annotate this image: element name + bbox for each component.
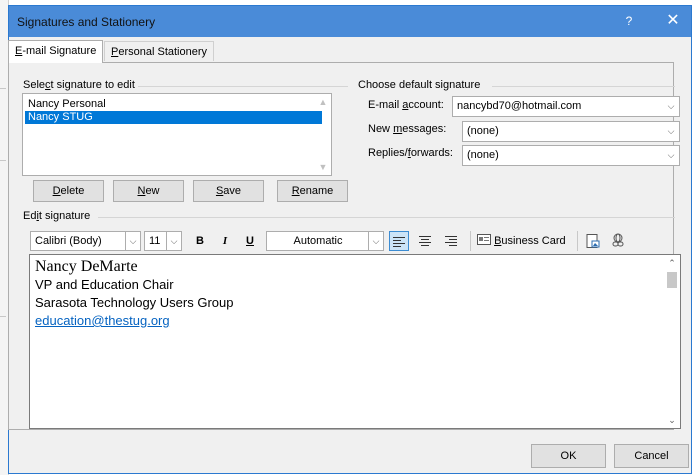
signature-title-line[interactable]: VP and Education Chair [35,277,174,292]
select-signature-label: Select signature to edit [23,79,139,91]
font-color-select[interactable]: Automatic ⌵ [266,231,384,251]
dialog-title: Signatures and Stationery [17,15,156,29]
scroll-down-icon[interactable]: ⌄ [664,412,680,428]
group-divider [98,217,675,218]
signature-name-line[interactable]: Nancy DeMarte [35,258,138,276]
list-item-selected[interactable]: Nancy STUG [25,111,322,124]
hyperlink-icon [612,233,624,247]
chevron-down-icon[interactable]: ⌵ [662,122,679,141]
bold-button[interactable]: B [190,231,210,251]
italic-button[interactable]: I [215,231,235,251]
toolbar-separator [577,231,578,251]
chevron-down-icon[interactable]: ⌵ [662,146,679,165]
scroll-down-icon[interactable]: ▼ [316,160,330,174]
group-divider [138,86,348,87]
background-tick [0,160,6,161]
tab-personal-stationery-label: ersonal Stationery [118,46,208,58]
underline-button[interactable]: U [240,231,260,251]
replies-forwards-label: Replies/forwards: [368,147,453,159]
align-right-icon [445,236,457,246]
title-bar: Signatures and Stationery ? ✕ [9,6,691,37]
font-size-value: 11 [149,235,161,247]
default-signature-label: Choose default signature [358,79,485,91]
new-messages-label: New messages: [368,123,447,135]
background-tick [0,88,6,89]
align-left-icon [393,237,405,247]
chevron-down-icon[interactable]: ⌵ [368,232,383,250]
rename-button[interactable]: Rename [277,180,348,202]
ok-button[interactable]: OK [531,444,606,468]
scroll-up-icon[interactable]: ▲ [316,95,330,109]
email-account-select[interactable]: nancybd70@hotmail.com ⌵ [452,96,680,117]
align-center-button[interactable] [415,231,435,251]
font-name-value: Calibri (Body) [35,235,102,247]
replies-forwards-value: (none) [467,149,499,161]
list-item[interactable]: Nancy Personal [25,98,322,111]
signature-list[interactable]: Nancy Personal Nancy STUG ▲ ▼ [22,93,332,176]
list-scrollbar[interactable]: ▲ ▼ [316,95,330,174]
replies-forwards-select[interactable]: (none) ⌵ [462,145,680,166]
new-messages-select[interactable]: (none) ⌵ [462,121,680,142]
insert-picture-icon [586,234,600,248]
business-card-icon [477,234,491,245]
signature-editor[interactable]: Nancy DeMarte VP and Education Chair Sar… [29,254,681,429]
help-button[interactable]: ? [617,11,641,31]
font-name-select[interactable]: Calibri (Body) ⌵ [30,231,141,251]
signature-organization-line[interactable]: Sarasota Technology Users Group [35,295,233,310]
tab-email-signature-label: -mail Signature [22,45,97,57]
email-account-label: E-mail account: [368,99,444,111]
new-button[interactable]: New [113,180,184,202]
cancel-button[interactable]: Cancel [614,444,689,468]
tab-email-signature[interactable]: E-mail Signature [8,40,104,63]
save-button[interactable]: Save [193,180,264,202]
scrollbar-thumb[interactable] [667,272,677,288]
chevron-down-icon[interactable]: ⌵ [166,232,181,250]
close-button[interactable]: ✕ [661,10,685,32]
align-center-icon [419,236,431,246]
background-tick [0,316,6,317]
insert-hyperlink-button[interactable] [608,231,628,251]
font-size-select[interactable]: 11 ⌵ [144,231,182,251]
align-left-button[interactable] [389,231,409,251]
delete-button[interactable]: Delete [33,180,104,202]
signature-email-link[interactable]: education@thestug.org [35,313,170,328]
new-messages-value: (none) [467,125,499,137]
tab-personal-stationery[interactable]: Personal Stationery [104,41,215,61]
toolbar-separator [470,231,471,251]
font-color-value: Automatic [293,235,343,247]
group-divider [492,86,675,87]
edit-signature-label: Edit signature [23,210,95,222]
chevron-down-icon[interactable]: ⌵ [662,97,679,116]
email-account-value: nancybd70@hotmail.com [457,100,582,112]
align-right-button[interactable] [441,231,461,251]
editor-scrollbar[interactable]: ⌃ ⌄ [664,255,680,428]
business-card-button[interactable]: Business Card [477,231,566,251]
chevron-down-icon[interactable]: ⌵ [125,232,140,250]
insert-picture-button[interactable] [583,231,603,251]
scroll-up-icon[interactable]: ⌃ [664,255,680,271]
